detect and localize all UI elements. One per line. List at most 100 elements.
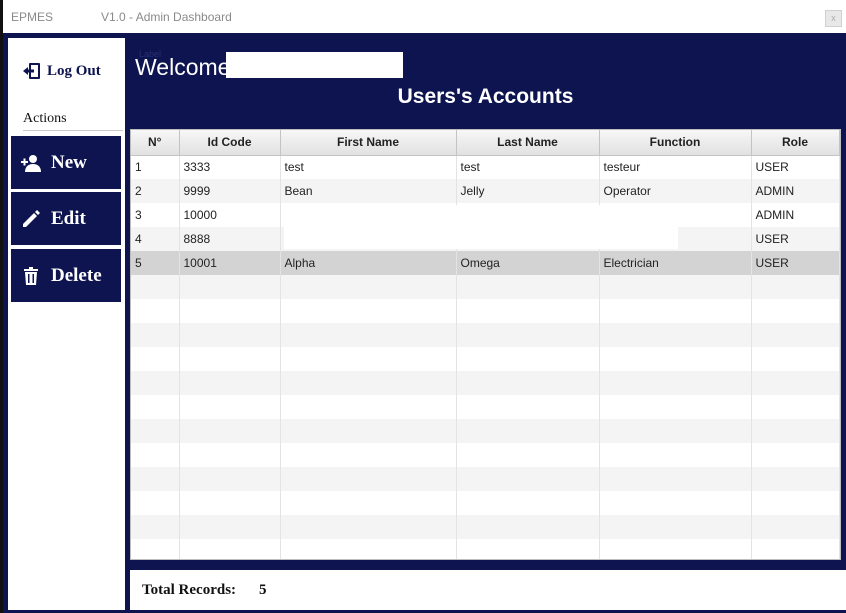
empty-table-row[interactable] xyxy=(131,467,840,491)
column-header[interactable]: Function xyxy=(599,130,752,156)
empty-table-row[interactable] xyxy=(131,419,840,443)
table-cell xyxy=(280,299,457,323)
column-header[interactable]: N° xyxy=(131,130,180,156)
app-window: EPMES V1.0 - Admin Dashboard x Log Out A… xyxy=(3,0,846,613)
new-button-label: New xyxy=(51,151,87,173)
table-cell xyxy=(751,515,840,539)
table-cell xyxy=(179,539,281,559)
table-cell xyxy=(599,539,752,559)
table-cell xyxy=(751,443,840,467)
empty-table-row[interactable] xyxy=(131,347,840,371)
table-cell xyxy=(456,323,600,347)
table-cell xyxy=(280,275,457,299)
empty-table-row[interactable] xyxy=(131,371,840,395)
table-cell xyxy=(599,323,752,347)
sidebar: Log Out Actions New Edit Delete xyxy=(8,38,125,610)
table-cell: test xyxy=(280,155,457,179)
table-cell xyxy=(280,467,457,491)
edit-button-label: Edit xyxy=(51,207,86,229)
table-cell xyxy=(131,347,180,371)
table-cell xyxy=(179,395,281,419)
table-cell xyxy=(599,371,752,395)
table-cell xyxy=(751,491,840,515)
new-button[interactable]: New xyxy=(11,136,121,189)
table-cell xyxy=(751,371,840,395)
empty-table-row[interactable] xyxy=(131,299,840,323)
table-cell xyxy=(280,323,457,347)
table-cell xyxy=(456,539,600,559)
table-cell xyxy=(131,323,180,347)
table-row[interactable]: 1 3333 test test testeur USER xyxy=(131,155,840,179)
table-cell xyxy=(179,275,281,299)
column-header[interactable]: Id Code xyxy=(179,130,281,156)
table-cell xyxy=(179,515,281,539)
table-cell xyxy=(280,491,457,515)
table-cell xyxy=(456,515,600,539)
table-cell xyxy=(751,539,840,559)
table-cell: 8888 xyxy=(179,227,281,251)
table-cell xyxy=(131,419,180,443)
app-name: EPMES xyxy=(11,10,54,24)
table-cell xyxy=(179,299,281,323)
empty-table-row[interactable] xyxy=(131,443,840,467)
table-cell xyxy=(751,419,840,443)
add-user-icon xyxy=(21,154,41,172)
table-cell xyxy=(751,395,840,419)
table-cell xyxy=(131,395,180,419)
table-cell xyxy=(456,467,600,491)
pencil-icon xyxy=(23,209,40,227)
table-cell xyxy=(131,491,180,515)
table-cell: USER xyxy=(751,155,840,179)
table-cell: ADMIN xyxy=(751,179,840,203)
delete-button[interactable]: Delete xyxy=(11,249,121,302)
close-button[interactable]: x xyxy=(825,10,842,27)
table-cell xyxy=(599,491,752,515)
username-box xyxy=(226,52,403,78)
trash-icon xyxy=(24,266,38,285)
column-header[interactable]: First Name xyxy=(280,130,457,156)
empty-table-row[interactable] xyxy=(131,539,840,559)
table-cell xyxy=(280,515,457,539)
table-cell: 5 xyxy=(131,251,180,275)
empty-table-row[interactable] xyxy=(131,323,840,347)
accounts-table[interactable]: N° Id Code First Name Last Name Function Role… xyxy=(130,129,841,560)
column-header[interactable]: Last Name xyxy=(456,130,600,156)
delete-button-label: Delete xyxy=(51,264,102,286)
column-header[interactable]: Role xyxy=(751,130,840,156)
table-cell: 3 xyxy=(131,203,180,227)
table-cell xyxy=(456,491,600,515)
total-records-value: 5 xyxy=(259,582,267,598)
table-cell xyxy=(751,347,840,371)
actions-divider xyxy=(23,130,123,131)
table-cell xyxy=(751,323,840,347)
logout-button[interactable]: Log Out xyxy=(22,62,101,80)
redacted-area xyxy=(284,205,678,249)
table-cell xyxy=(280,443,457,467)
table-cell xyxy=(179,371,281,395)
table-cell: 2 xyxy=(131,179,180,203)
actions-label: Actions xyxy=(23,111,67,126)
table-cell xyxy=(751,299,840,323)
table-cell: 4 xyxy=(131,227,180,251)
table-cell xyxy=(179,443,281,467)
table-cell: Jelly xyxy=(456,179,600,203)
table-cell xyxy=(179,323,281,347)
table-row[interactable]: 5 10001 Alpha Omega Electrician USER xyxy=(131,251,840,275)
table-cell: 9999 xyxy=(179,179,281,203)
empty-table-row[interactable] xyxy=(131,395,840,419)
table-cell xyxy=(599,443,752,467)
table-cell xyxy=(456,299,600,323)
table-cell xyxy=(179,347,281,371)
table-cell xyxy=(131,539,180,559)
empty-table-row[interactable] xyxy=(131,275,840,299)
edit-button[interactable]: Edit xyxy=(11,192,121,245)
empty-table-row[interactable] xyxy=(131,491,840,515)
table-row[interactable]: 2 9999 Bean Jelly Operator ADMIN xyxy=(131,179,840,203)
table-cell: Electrician xyxy=(599,251,752,275)
table-cell xyxy=(280,419,457,443)
table-cell xyxy=(599,347,752,371)
table-cell xyxy=(131,515,180,539)
table-cell xyxy=(599,419,752,443)
empty-table-row[interactable] xyxy=(131,515,840,539)
table-cell: Omega xyxy=(456,251,600,275)
